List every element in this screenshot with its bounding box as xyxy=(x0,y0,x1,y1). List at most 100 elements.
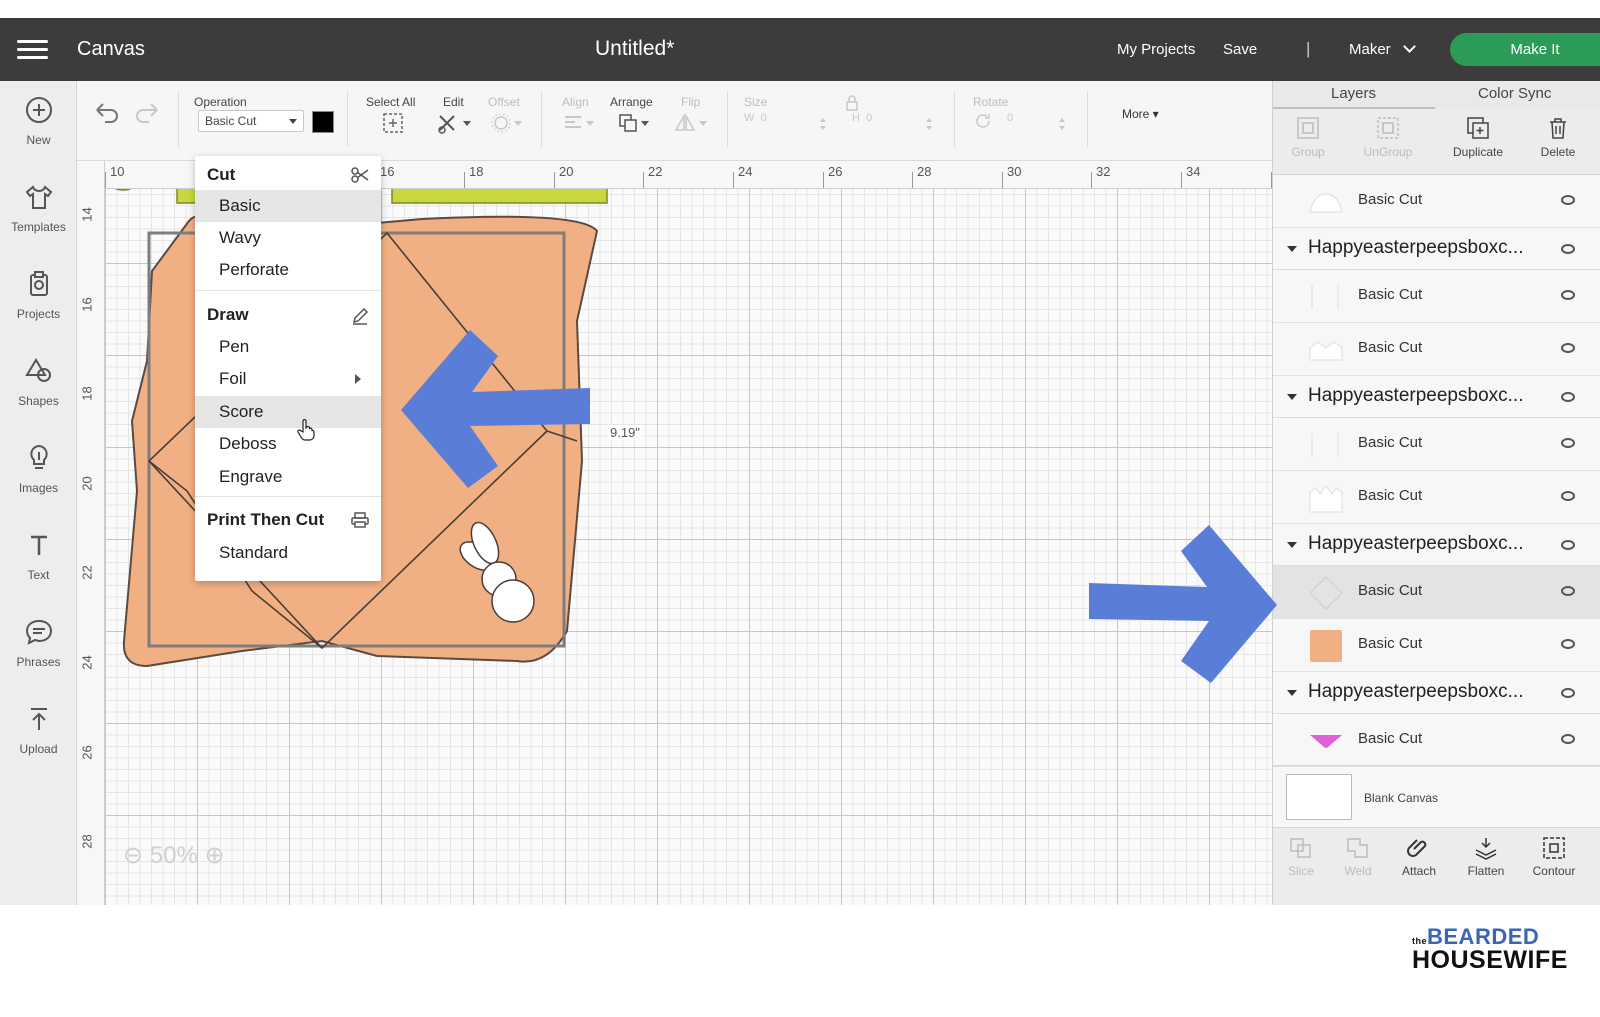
undo-icon[interactable] xyxy=(93,101,121,123)
sidebar-item-shapes[interactable]: Shapes xyxy=(0,356,77,436)
layer-group-row[interactable]: Happyeasterpeepsboxc... xyxy=(1273,376,1600,418)
sidebar-item-new[interactable]: New xyxy=(0,95,77,175)
width-value: 0 xyxy=(760,112,767,124)
hamburger-menu-icon[interactable] xyxy=(17,40,48,60)
make-it-button[interactable]: Make It xyxy=(1450,33,1600,66)
eye-icon[interactable] xyxy=(1561,343,1575,353)
menu-item-pen[interactable]: Pen xyxy=(195,331,381,363)
weld-label: Weld xyxy=(1344,864,1372,878)
eye-icon[interactable] xyxy=(1561,734,1575,744)
machine-select[interactable]: Maker xyxy=(1349,40,1416,58)
layer-group-row[interactable]: Happyeasterpeepsboxc... xyxy=(1273,524,1600,566)
layer-name: Basic Cut xyxy=(1358,191,1423,208)
group-button[interactable]: Group xyxy=(1273,115,1343,159)
redo-icon[interactable] xyxy=(133,101,161,123)
rotate-stepper-icon[interactable] xyxy=(1058,117,1066,131)
duplicate-button[interactable]: Duplicate xyxy=(1443,115,1513,159)
collapse-triangle-icon[interactable] xyxy=(1287,542,1297,548)
collapse-triangle-icon[interactable] xyxy=(1287,690,1297,696)
operation-value: Basic Cut xyxy=(205,114,257,128)
my-projects-link[interactable]: My Projects xyxy=(1117,41,1195,58)
eye-icon[interactable] xyxy=(1561,244,1575,254)
align-icon[interactable] xyxy=(562,112,596,134)
collapse-triangle-icon[interactable] xyxy=(1287,246,1297,252)
layer-row[interactable]: Basic Cut xyxy=(1273,714,1600,767)
layer-row[interactable]: Basic Cut xyxy=(1273,619,1600,672)
flatten-label: Flatten xyxy=(1467,864,1505,878)
plus-circle-icon xyxy=(25,97,52,123)
layer-name: Basic Cut xyxy=(1358,286,1423,303)
layer-group-row[interactable]: Happyeasterpeepsboxc... xyxy=(1273,228,1600,270)
tab-layers[interactable]: Layers xyxy=(1331,85,1376,102)
menu-header-cut: Cut xyxy=(195,160,381,190)
flip-icon[interactable] xyxy=(673,112,709,134)
eye-icon[interactable] xyxy=(1561,438,1575,448)
eye-icon[interactable] xyxy=(1561,195,1575,205)
layer-name: Basic Cut xyxy=(1358,635,1423,652)
layer-row[interactable]: Basic Cut xyxy=(1273,418,1600,471)
contour-button[interactable]: Contour xyxy=(1519,836,1589,878)
collapse-triangle-icon[interactable] xyxy=(1287,394,1297,400)
ungroup-button[interactable]: UnGroup xyxy=(1353,115,1423,159)
height-label: H xyxy=(852,112,860,124)
sidebar-item-images[interactable]: Images xyxy=(0,443,77,523)
layer-row[interactable]: Basic Cut xyxy=(1273,175,1600,228)
weld-button[interactable]: Weld xyxy=(1323,836,1393,878)
select-all-icon[interactable] xyxy=(382,112,404,134)
zoom-control[interactable]: ⊖ 50% ⊕ xyxy=(123,841,225,870)
layer-row[interactable]: Basic Cut xyxy=(1273,323,1600,376)
save-link[interactable]: Save xyxy=(1223,41,1257,58)
menu-item-standard[interactable]: Standard xyxy=(195,537,381,569)
flatten-button[interactable]: Flatten xyxy=(1451,836,1521,878)
duplicate-label: Duplicate xyxy=(1452,145,1504,159)
menu-item-wavy[interactable]: Wavy xyxy=(195,222,381,254)
more-menu-button[interactable]: More ▾ xyxy=(1122,107,1159,121)
layer-row-selected[interactable]: Basic Cut xyxy=(1273,566,1600,619)
layer-row[interactable]: Basic Cut xyxy=(1273,270,1600,323)
sidebar-item-phrases[interactable]: Phrases xyxy=(0,617,77,697)
sidebar-item-projects[interactable]: Projects xyxy=(0,269,77,349)
eye-icon[interactable] xyxy=(1561,586,1575,596)
operation-select[interactable]: Basic Cut xyxy=(198,110,304,132)
ruler-tick: 18 xyxy=(469,164,484,179)
offset-icon[interactable] xyxy=(490,112,524,134)
sidebar-item-upload[interactable]: Upload xyxy=(0,704,77,784)
menu-item-deboss[interactable]: Deboss xyxy=(195,428,381,460)
arrange-icon[interactable] xyxy=(617,112,651,134)
ruler-tick: 30 xyxy=(1007,164,1022,179)
menu-item-foil[interactable]: Foil xyxy=(195,363,381,395)
eye-icon[interactable] xyxy=(1561,688,1575,698)
menu-item-engrave[interactable]: Engrave xyxy=(195,461,381,493)
layer-group-row[interactable]: Happyeasterpeepsboxc... xyxy=(1273,672,1600,714)
sidebar-label-projects: Projects xyxy=(16,307,61,321)
attach-button[interactable]: Attach xyxy=(1384,836,1454,878)
right-pointing-arrow-annotation xyxy=(1089,525,1277,683)
menu-item-score[interactable]: Score xyxy=(195,396,381,428)
delete-button[interactable]: Delete xyxy=(1523,115,1593,159)
rotate-icon[interactable] xyxy=(973,111,993,131)
eye-icon[interactable] xyxy=(1561,491,1575,501)
operation-color-swatch[interactable] xyxy=(312,111,334,133)
height-stepper-icon[interactable] xyxy=(925,117,933,131)
tab-color-sync[interactable]: Color Sync xyxy=(1478,85,1551,102)
contour-icon xyxy=(1543,837,1565,859)
width-field[interactable]: W 0 xyxy=(744,112,767,124)
menu-item-basic[interactable]: Basic xyxy=(195,190,381,222)
blank-canvas-swatch[interactable] xyxy=(1286,774,1352,820)
height-field[interactable]: H 0 xyxy=(852,112,872,124)
eye-icon[interactable] xyxy=(1561,290,1575,300)
lock-icon[interactable] xyxy=(845,95,859,111)
menu-item-perforate[interactable]: Perforate xyxy=(195,254,381,286)
eye-icon[interactable] xyxy=(1561,540,1575,550)
edit-scissors-icon[interactable] xyxy=(437,112,473,134)
layer-row[interactable]: Basic Cut xyxy=(1273,471,1600,524)
sidebar-item-templates[interactable]: Templates xyxy=(0,182,77,262)
blank-canvas-row[interactable]: Blank Canvas xyxy=(1273,765,1600,827)
eye-icon[interactable] xyxy=(1561,639,1575,649)
document-title[interactable]: Untitled* xyxy=(595,37,674,61)
sidebar-item-text[interactable]: Text xyxy=(0,530,77,610)
rotate-value[interactable]: 0 xyxy=(1007,112,1013,124)
width-stepper-icon[interactable] xyxy=(819,117,827,131)
eye-icon[interactable] xyxy=(1561,392,1575,402)
shapes-icon xyxy=(24,358,51,382)
